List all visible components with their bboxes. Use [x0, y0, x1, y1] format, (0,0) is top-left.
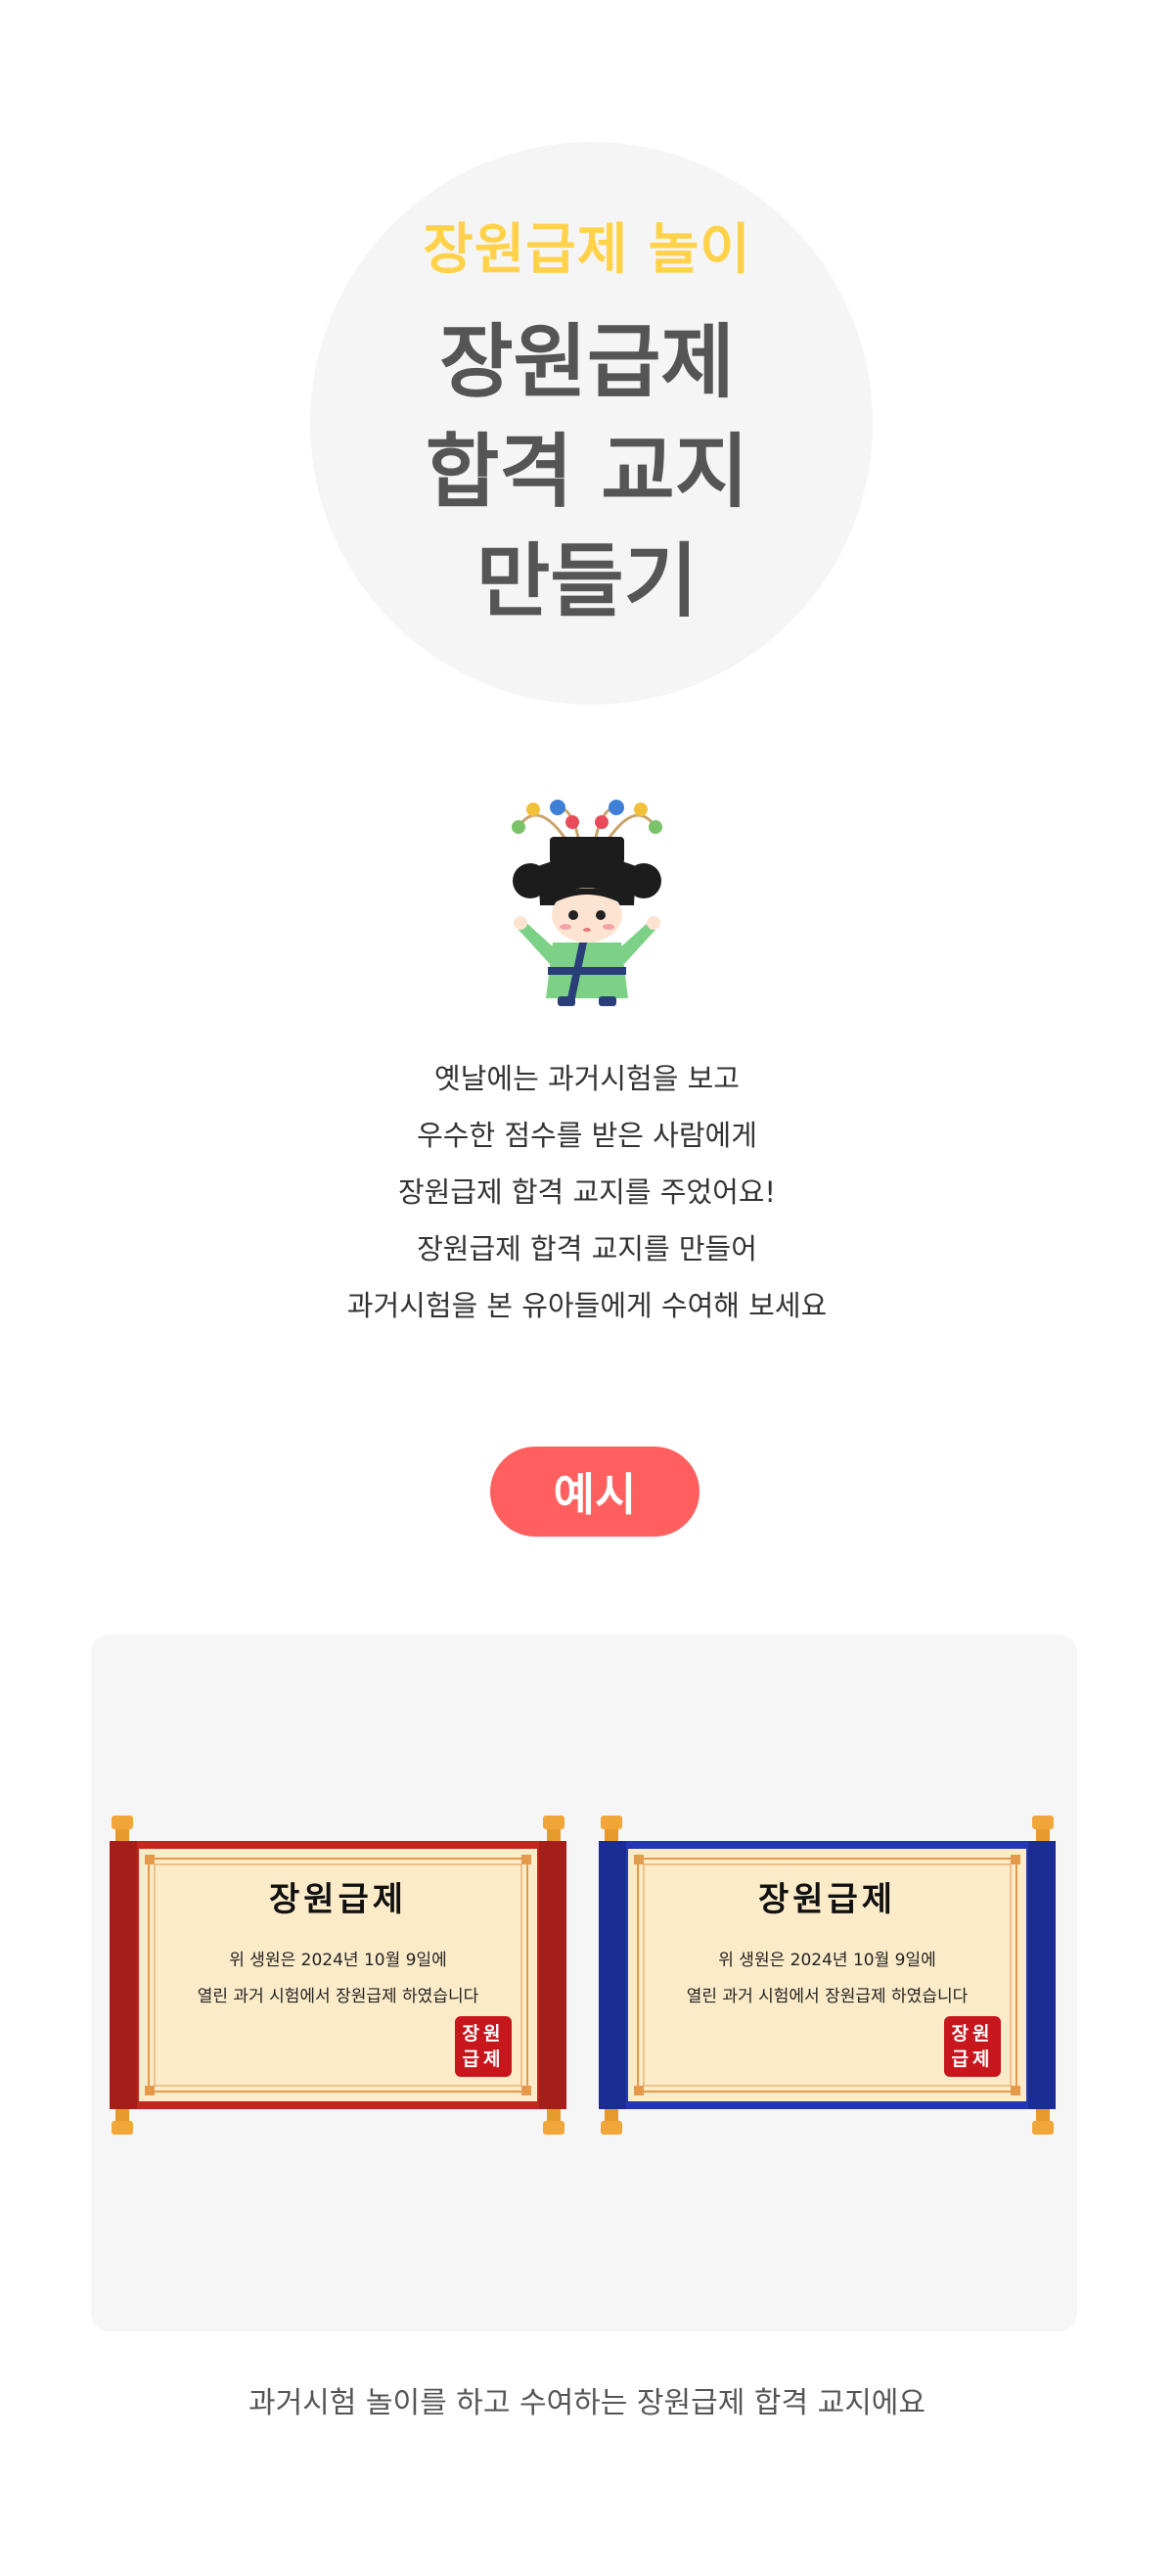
flower-decoration-icon [512, 800, 662, 843]
seal-text: 장원 [462, 2023, 505, 2045]
certificate-text-line: 열린 과거 시험에서 장원급제 하였습니다 [197, 1987, 479, 2006]
seal-stamp: 장원 급제 [944, 2016, 1001, 2077]
seal-text: 장원 [951, 2023, 994, 2045]
intro-line: 장원급제 합격 교지를 만들어 [417, 1232, 757, 1265]
certificate-red: 장원급제 위 생원은 2024년 10월 9일에 열린 과거 시험에서 장원급제… [106, 1814, 570, 2137]
certificate-text-line: 열린 과거 시험에서 장원급제 하였습니다 [686, 1987, 969, 2006]
intro-line: 옛날에는 과거시험을 보고 [434, 1062, 740, 1095]
intro-line: 우수한 점수를 받은 사람에게 [417, 1119, 757, 1152]
certificate-text-line: 위 생원은 2024년 10월 9일에 [718, 1951, 936, 1970]
example-badge: 예시 [490, 1447, 700, 1537]
certificate-blue: 장원급제 위 생원은 2024년 10월 9일에 열린 과거 시험에서 장원급제… [595, 1814, 1060, 2137]
hero-title-line: 만들기 [475, 535, 699, 628]
scroll-frame-blue-icon [599, 1816, 1056, 2135]
scholar-mascot-illustration [512, 800, 662, 1006]
seal-text: 급제 [951, 2048, 994, 2070]
certificate-text-line: 위 생원은 2024년 10월 9일에 [229, 1951, 447, 1970]
intro-line: 장원급제 합격 교지를 주었어요! [397, 1175, 777, 1209]
intro-line: 과거시험을 본 유아들에게 수여해 보세요 [346, 1289, 828, 1322]
hero-subtitle: 장원급제 놀이 [423, 218, 751, 282]
example-caption: 과거시험 놀이를 하고 수여하는 장원급제 합격 교지에요 [248, 2386, 926, 2420]
hero-title-line: 합격 교지 [425, 426, 749, 519]
certificate-title: 장원급제 [757, 1880, 897, 1919]
certificate-title: 장원급제 [268, 1880, 408, 1919]
scroll-frame-red-icon [110, 1816, 566, 2135]
hero-title: 장원급제 합격 교지 만들기 [0, 308, 1174, 637]
hero-title-line: 장원급제 [439, 316, 735, 409]
intro-text: 옛날에는 과거시험을 보고 우수한 점수를 받은 사람에게 장원급제 합격 교지… [0, 1050, 1174, 1334]
seal-text: 급제 [462, 2048, 505, 2070]
seal-stamp: 장원 급제 [455, 2016, 512, 2077]
